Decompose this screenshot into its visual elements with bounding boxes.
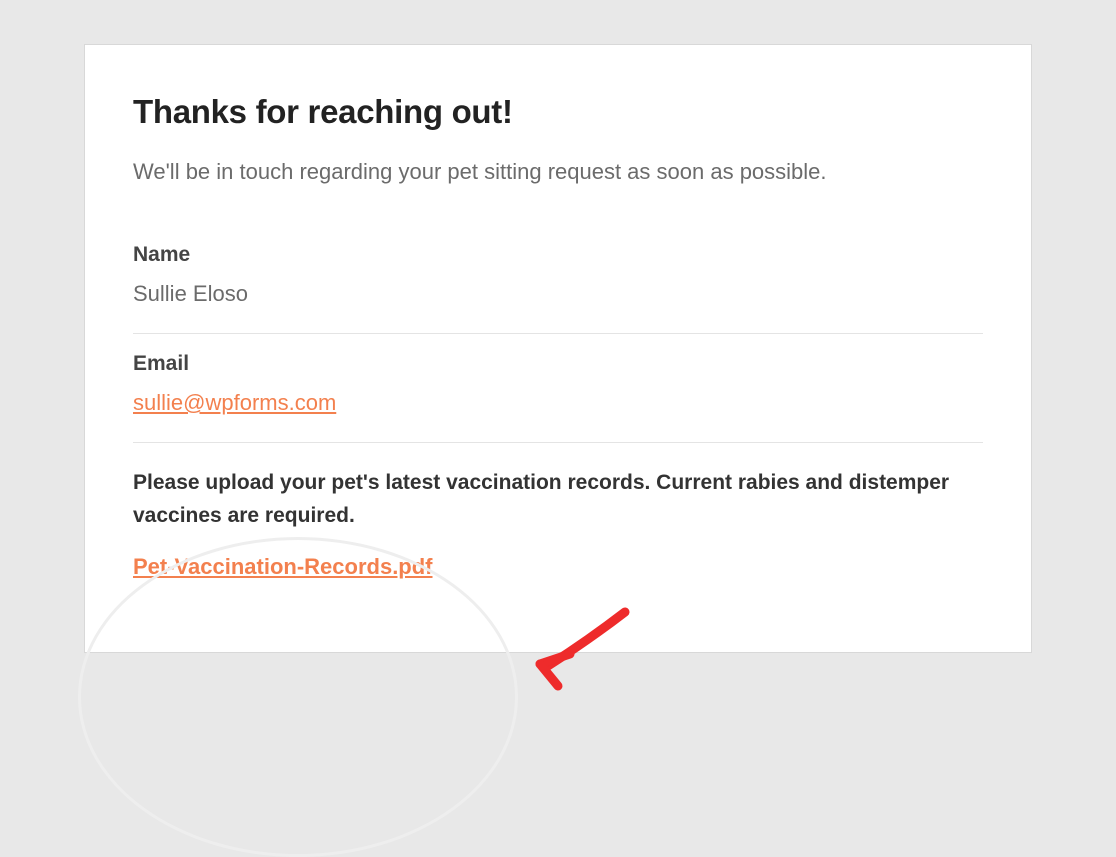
name-value: Sullie Eloso <box>133 281 983 307</box>
field-upload: Please upload your pet's latest vaccinat… <box>133 443 983 606</box>
upload-label: Please upload your pet's latest vaccinat… <box>133 467 983 532</box>
intro-text: We'll be in touch regarding your pet sit… <box>133 159 983 185</box>
email-label: Email <box>133 352 983 376</box>
upload-filename-wrap: Pet-Vaccination-Records.pdf <box>133 554 983 580</box>
email-value: sullie@wpforms.com <box>133 390 983 416</box>
attachment-link[interactable]: Pet-Vaccination-Records.pdf <box>133 554 433 579</box>
page-title: Thanks for reaching out! <box>133 93 983 131</box>
field-email: Email sullie@wpforms.com <box>133 334 983 443</box>
field-name: Name Sullie Eloso <box>133 225 983 334</box>
name-label: Name <box>133 243 983 267</box>
email-link[interactable]: sullie@wpforms.com <box>133 390 336 415</box>
email-card: Thanks for reaching out! We'll be in tou… <box>84 44 1032 653</box>
